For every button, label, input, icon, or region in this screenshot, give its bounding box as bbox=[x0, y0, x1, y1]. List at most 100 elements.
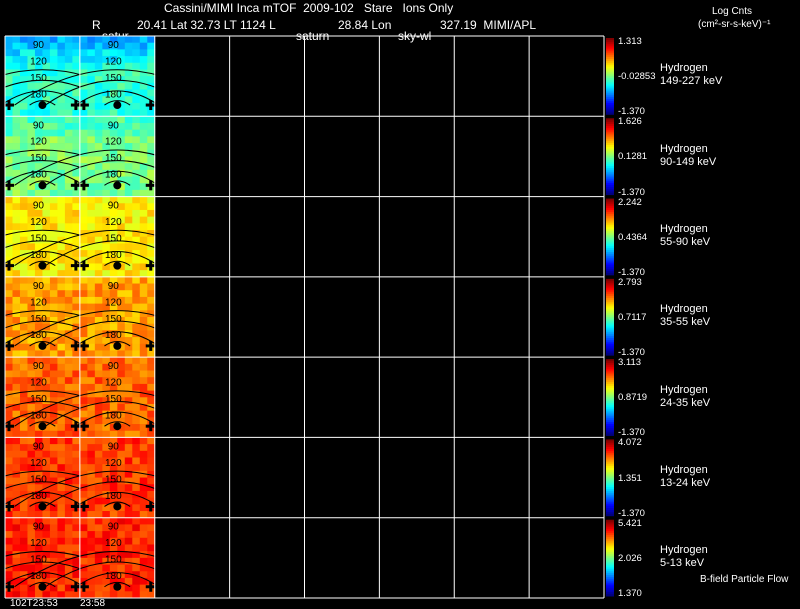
heatmap-cell bbox=[132, 524, 141, 532]
heatmap-cell bbox=[147, 129, 156, 137]
heatmap-cell bbox=[49, 49, 58, 57]
heatmap-cell bbox=[132, 437, 141, 445]
heatmap-cell bbox=[12, 557, 21, 565]
colorbar-step bbox=[606, 513, 614, 517]
heatmap-cell bbox=[124, 42, 133, 50]
heatmap-cell bbox=[79, 524, 88, 532]
heatmap-cell bbox=[139, 196, 148, 204]
heatmap-cell bbox=[57, 504, 66, 512]
heatmap-cell bbox=[19, 430, 28, 438]
heatmap-cell bbox=[79, 276, 88, 284]
heatmap-cell bbox=[49, 437, 58, 445]
heatmap-cell bbox=[12, 209, 21, 218]
heatmap-cell bbox=[12, 537, 21, 545]
heatmap-cell bbox=[12, 363, 21, 371]
heatmap-cell bbox=[139, 62, 148, 70]
band-energy-label: 35-55 keV bbox=[660, 316, 711, 329]
heatmap-cell bbox=[12, 216, 21, 224]
heatmap-cell bbox=[12, 129, 21, 137]
angle-label: 90 bbox=[33, 120, 45, 131]
heatmap-cell bbox=[79, 571, 88, 579]
heatmap-cell bbox=[87, 176, 96, 184]
angle-label: 180 bbox=[30, 170, 47, 181]
heatmap-cell bbox=[79, 303, 88, 311]
heatmap-cell bbox=[5, 270, 13, 278]
heatmap-cell bbox=[19, 36, 28, 44]
heatmap-cell bbox=[139, 317, 148, 325]
heatmap-cell bbox=[139, 296, 148, 305]
heatmap-cell bbox=[27, 350, 36, 358]
heatmap-cell bbox=[64, 36, 73, 44]
heatmap-cell bbox=[117, 270, 126, 278]
heatmap-cell bbox=[139, 136, 148, 144]
heatmap-cell bbox=[132, 323, 141, 331]
heatmap-cell bbox=[79, 156, 88, 164]
heatmap-cell bbox=[42, 109, 51, 117]
heatmap-cell bbox=[64, 350, 73, 358]
heatmap-cell bbox=[132, 163, 141, 171]
heatmap-cell bbox=[147, 457, 156, 465]
heatmap-cell bbox=[79, 517, 88, 525]
heatmap-cell bbox=[94, 537, 103, 545]
heatmap-cell bbox=[5, 156, 13, 164]
heatmap-cell bbox=[72, 437, 81, 445]
heatmap-cell bbox=[139, 377, 148, 385]
heatmap-cell bbox=[87, 189, 96, 197]
heatmap-cell bbox=[132, 584, 141, 592]
heatmap-cell bbox=[79, 283, 88, 291]
angle-label: 120 bbox=[105, 538, 122, 549]
heatmap-cell bbox=[139, 444, 148, 452]
angle-label: 180 bbox=[105, 491, 122, 502]
heatmap-cell bbox=[87, 444, 96, 452]
heatmap-cell bbox=[139, 464, 148, 472]
heatmap-cell bbox=[12, 122, 21, 131]
heatmap-cell bbox=[132, 49, 141, 57]
heatmap-cell bbox=[5, 457, 13, 465]
heatmap-cell bbox=[124, 303, 133, 311]
angle-label: 90 bbox=[33, 441, 45, 452]
heatmap-cell bbox=[94, 444, 103, 452]
band-energy-label: 149-227 keV bbox=[660, 75, 723, 88]
edge-marker bbox=[7, 501, 11, 512]
heatmap-cell bbox=[139, 370, 148, 378]
heatmap-cell bbox=[124, 56, 133, 64]
heatmap-cell bbox=[72, 457, 81, 465]
heatmap-cell bbox=[79, 169, 88, 177]
heatmap-cell bbox=[147, 350, 156, 358]
heatmap-cell bbox=[19, 49, 28, 57]
heatmap-cell bbox=[64, 42, 73, 50]
heatmap-cell bbox=[94, 270, 103, 278]
heatmap-cell bbox=[5, 410, 13, 418]
heatmap-cell bbox=[87, 350, 96, 358]
heatmap-cell bbox=[139, 537, 148, 545]
heatmap-cell bbox=[124, 377, 133, 385]
heatmap-cell bbox=[57, 363, 66, 371]
heatmap-cell bbox=[94, 256, 103, 264]
angle-label: 180 bbox=[30, 411, 47, 422]
heatmap-cell bbox=[57, 223, 66, 231]
heatmap-cell bbox=[147, 49, 156, 57]
heatmap-cell bbox=[87, 56, 96, 64]
heatmap-cell bbox=[102, 511, 111, 519]
heatmap-cell bbox=[79, 250, 88, 258]
heatmap-cell bbox=[49, 377, 58, 385]
heatmap-cell bbox=[5, 464, 13, 472]
heatmap-cell bbox=[147, 383, 156, 391]
heatmap-cell bbox=[57, 270, 66, 278]
heatmap-cell bbox=[147, 363, 156, 371]
heatmap-cell bbox=[147, 109, 156, 117]
heatmap-cell bbox=[19, 270, 28, 278]
heatmap-cell bbox=[132, 223, 141, 231]
heatmap-cell bbox=[147, 296, 156, 305]
heatmap-cell bbox=[5, 303, 13, 311]
heatmap-cell bbox=[49, 216, 58, 224]
heatmap-cell bbox=[132, 276, 141, 284]
heatmap-cell bbox=[49, 223, 58, 231]
heatmap-cell bbox=[139, 116, 148, 124]
heatmap-cell bbox=[72, 370, 81, 378]
heatmap-cell bbox=[27, 430, 36, 438]
heatmap-cell bbox=[147, 42, 156, 50]
heatmap-cell bbox=[147, 477, 156, 485]
heatmap-cell bbox=[72, 383, 81, 391]
heatmap-cell bbox=[132, 270, 141, 278]
